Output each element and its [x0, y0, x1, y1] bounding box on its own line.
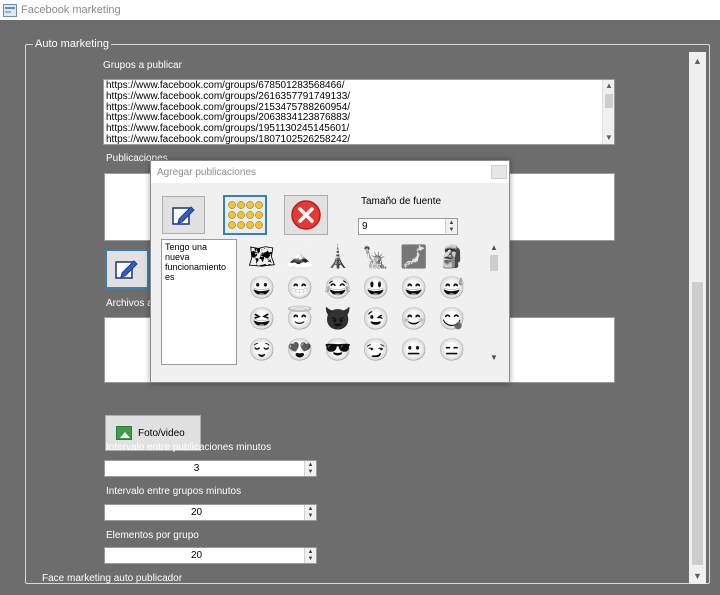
- spin-down-icon[interactable]: ▼: [305, 556, 316, 564]
- scroll-thumb[interactable]: [605, 94, 613, 108]
- pencil-note-icon: [171, 206, 195, 225]
- intervalo-publicaciones-value: 3: [193, 463, 200, 474]
- emoji-item[interactable]: 😐: [395, 334, 433, 365]
- emoji-item[interactable]: 😉: [357, 303, 395, 334]
- emoji-panel: 🗺 🗻 🗼 🗽 🗾 🗿 😀 😁 😂 😃 😄 😅 😆 😇 😈 😉 😊 😋 😌 😍 😎 😏 😐 😑 ▲ ▼: [239, 239, 501, 367]
- foto-video-label: Foto/video: [138, 427, 185, 439]
- pencil-note-icon: [115, 260, 138, 279]
- dialog-close-button[interactable]: [491, 165, 507, 179]
- publicacion-textarea[interactable]: Tengo una nueva funcionamiento es: [161, 239, 237, 365]
- groups-scrollbar[interactable]: ▲ ▼: [602, 80, 614, 144]
- emoji-item[interactable]: 😁: [281, 272, 319, 303]
- intervalo-publicaciones-label: Intervalo entre publicaciones minutos: [106, 442, 272, 453]
- intervalo-grupos-label: Intervalo entre grupos minutos: [106, 486, 242, 497]
- spin-up-icon[interactable]: ▲: [305, 548, 316, 556]
- main-scroll-thumb[interactable]: [692, 282, 703, 565]
- font-size-value: 9: [362, 221, 368, 232]
- font-size-spinner[interactable]: ▲ ▼: [445, 219, 457, 234]
- scroll-down-icon[interactable]: ▼: [689, 567, 706, 584]
- emoji-item[interactable]: 🗿: [433, 241, 471, 272]
- status-text: Face marketing auto publicador: [42, 573, 183, 584]
- intervalo-grupos-spinner[interactable]: ▲ ▼: [304, 505, 316, 520]
- group-legend: Auto marketing: [33, 38, 111, 50]
- emoji-item[interactable]: 😈: [319, 303, 357, 334]
- spin-up-icon[interactable]: ▲: [305, 461, 316, 469]
- elementos-label: Elementos por grupo: [106, 530, 199, 541]
- window-title: Facebook marketing: [21, 4, 121, 16]
- main-scrollbar[interactable]: ▲ ▼: [689, 52, 706, 584]
- emoji-item[interactable]: 🗼: [319, 241, 357, 272]
- scroll-up-icon[interactable]: ▲: [689, 52, 706, 69]
- spin-up-icon[interactable]: ▲: [446, 219, 457, 227]
- emoji-item[interactable]: 😄: [395, 272, 433, 303]
- intervalo-publicaciones-input[interactable]: 3 ▲ ▼: [104, 460, 317, 477]
- emoji-item[interactable]: 😅: [433, 272, 471, 303]
- group-url-item[interactable]: https://www.facebook.com/groups/26163577…: [106, 91, 614, 103]
- intervalo-publicaciones-spinner[interactable]: ▲ ▼: [304, 461, 316, 476]
- emoji-scroll-thumb[interactable]: [490, 255, 498, 271]
- emoji-item[interactable]: 🗾: [395, 241, 433, 272]
- emoji-item[interactable]: 😏: [357, 334, 395, 365]
- intervalo-grupos-input[interactable]: 20 ▲ ▼: [104, 504, 317, 521]
- font-size-input[interactable]: 9 ▲ ▼: [358, 218, 458, 235]
- emoji-item[interactable]: 😆: [243, 303, 281, 334]
- emoji-item[interactable]: 🗺: [243, 241, 281, 272]
- scroll-up-icon[interactable]: ▲: [603, 80, 614, 92]
- grupos-label: Grupos a publicar: [103, 60, 182, 71]
- elementos-value: 20: [190, 550, 203, 561]
- emoji-item[interactable]: 😑: [433, 334, 471, 365]
- font-size-label: Tamaño de fuente: [361, 196, 442, 207]
- title-bar: Facebook marketing: [0, 0, 720, 20]
- dialog-title: Agregar publicaciones: [151, 161, 509, 183]
- app-icon: [3, 3, 17, 17]
- intervalo-grupos-value: 20: [190, 507, 203, 518]
- emoji-grid-icon: [228, 201, 263, 229]
- scroll-down-icon[interactable]: ▼: [487, 351, 501, 363]
- spin-down-icon[interactable]: ▼: [446, 227, 457, 235]
- scroll-down-icon[interactable]: ▼: [603, 132, 614, 144]
- elementos-input[interactable]: 20 ▲ ▼: [104, 547, 317, 564]
- emoji-item[interactable]: 😎: [319, 334, 357, 365]
- emoji-scrollbar[interactable]: ▲ ▼: [487, 241, 501, 367]
- dialog-delete-button[interactable]: [284, 195, 328, 235]
- spin-up-icon[interactable]: ▲: [305, 505, 316, 513]
- emoji-item[interactable]: 😋: [433, 303, 471, 334]
- elementos-spinner[interactable]: ▲ ▼: [304, 548, 316, 563]
- archivos-label: Archivos a: [106, 298, 153, 309]
- emoji-item[interactable]: 😀: [243, 272, 281, 303]
- emoji-item[interactable]: 😇: [281, 303, 319, 334]
- emoji-item[interactable]: 😃: [357, 272, 395, 303]
- dialog-emoji-button[interactable]: [223, 195, 267, 235]
- spin-down-icon[interactable]: ▼: [305, 513, 316, 521]
- emoji-item[interactable]: 😌: [243, 334, 281, 365]
- dialog-edit-button[interactable]: [162, 196, 205, 234]
- emoji-grid: 🗺 🗻 🗼 🗽 🗾 🗿 😀 😁 😂 😃 😄 😅 😆 😇 😈 😉 😊 😋 😌 😍 😎 😏 😐 😑: [243, 241, 471, 365]
- image-icon: [116, 426, 132, 440]
- scroll-up-icon[interactable]: ▲: [487, 241, 501, 253]
- spin-down-icon[interactable]: ▼: [305, 469, 316, 477]
- emoji-item[interactable]: 🗻: [281, 241, 319, 272]
- agregar-publicaciones-dialog: Agregar publicaciones Tamaño de fuente 9…: [150, 160, 510, 383]
- emoji-item[interactable]: 😍: [281, 334, 319, 365]
- emoji-item[interactable]: 😂: [319, 272, 357, 303]
- delete-x-icon: [291, 200, 321, 230]
- edit-publicacion-button[interactable]: [105, 249, 149, 289]
- group-url-item[interactable]: https://www.facebook.com/groups/18071025…: [106, 134, 614, 144]
- emoji-item[interactable]: 🗽: [357, 241, 395, 272]
- groups-listbox[interactable]: https://www.facebook.com/groups/67850128…: [103, 79, 615, 145]
- emoji-item[interactable]: 😊: [395, 303, 433, 334]
- url-list: https://www.facebook.com/groups/67850128…: [106, 80, 614, 144]
